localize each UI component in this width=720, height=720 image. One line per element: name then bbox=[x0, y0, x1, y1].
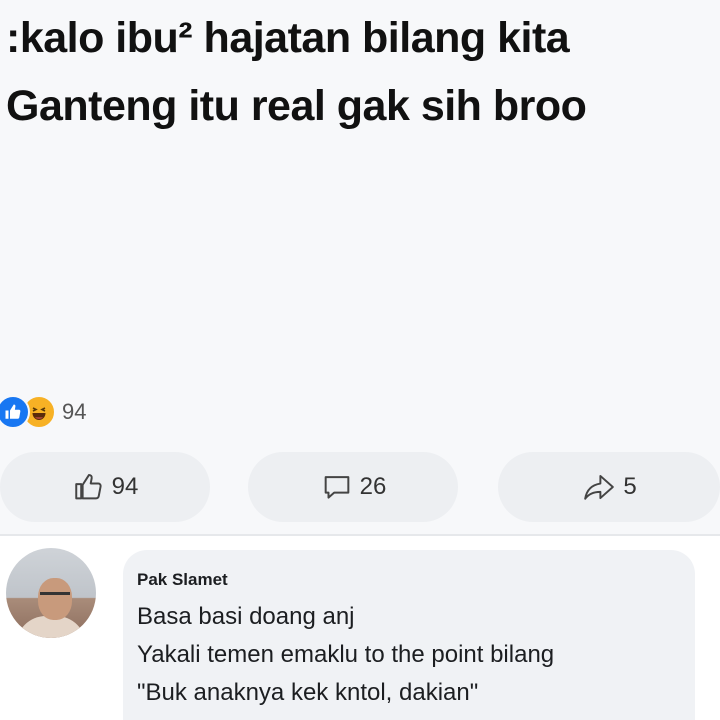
avatar[interactable] bbox=[6, 548, 96, 638]
post-text: :kalo ibu² hajatan bilang kita Ganteng i… bbox=[6, 4, 716, 140]
reaction-count: 94 bbox=[62, 399, 87, 424]
share-count: 5 bbox=[623, 473, 637, 500]
comment-icon bbox=[324, 476, 349, 499]
share-icon bbox=[584, 474, 615, 500]
comment-button[interactable]: 26 bbox=[248, 452, 458, 522]
comment-line-1: Basa basi doang anj bbox=[137, 603, 355, 630]
comment: Pak Slamet Basa basi doang anj Yakali te… bbox=[0, 536, 720, 720]
comment-bubble: Pak Slamet Basa basi doang anj Yakali te… bbox=[123, 550, 695, 720]
like-count: 94 bbox=[111, 473, 139, 500]
comment-count: 26 bbox=[359, 473, 387, 500]
comment-line-3: "Buk anaknya kek kntol, dakian" bbox=[137, 679, 479, 706]
comment-line-2: Yakali temen emaklu to the point bilang bbox=[137, 641, 555, 668]
action-bar: 94 26 5 bbox=[0, 446, 720, 526]
comment-text: Basa basi doang anj Yakali temen emaklu … bbox=[137, 598, 554, 712]
post-line-2: Ganteng itu real gak sih broo bbox=[6, 82, 587, 130]
thumbs-up-icon bbox=[74, 473, 102, 500]
reaction-summary[interactable]: 94 bbox=[0, 392, 86, 432]
comment-author[interactable]: Pak Slamet bbox=[137, 570, 228, 590]
share-button[interactable]: 5 bbox=[498, 452, 720, 522]
post-line-1: :kalo ibu² hajatan bilang kita bbox=[6, 14, 570, 62]
like-button[interactable]: 94 bbox=[0, 452, 210, 522]
